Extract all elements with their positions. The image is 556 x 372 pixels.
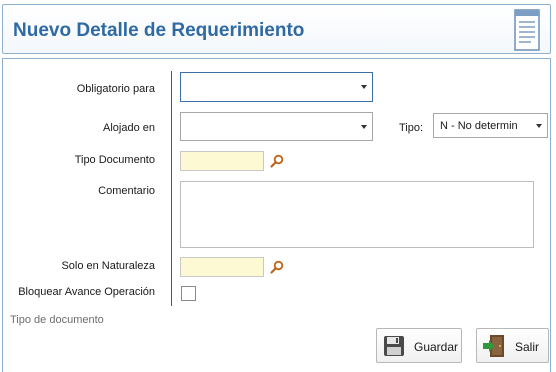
guardar-label: Guardar [414,340,459,354]
exit-door-icon [483,335,504,357]
bloquear-checkbox[interactable] [181,286,196,301]
salir-label: Salir [515,340,540,354]
solo-naturaleza-label: Solo en Naturaleza [61,260,155,272]
solo-naturaleza-field[interactable] [180,257,264,277]
alojado-combo[interactable] [180,112,373,141]
tipo-combo[interactable]: N - No determin [433,113,548,138]
guardar-button[interactable]: Guardar [376,328,462,363]
form-header: Nuevo Detalle de Requerimiento [2,4,551,54]
comentario-label: Comentario [98,185,155,197]
salir-button[interactable]: Salir [476,328,549,363]
bloquear-label: Bloquear Avance Operación [18,286,155,298]
chevron-down-icon[interactable] [361,124,367,129]
comentario-textarea[interactable] [180,181,534,248]
form-panel: Obligatorio para Alojado en Tipo: N - No… [2,58,551,372]
status-hint: Tipo de documento [10,314,104,326]
tipo-documento-label: Tipo Documento [74,154,155,166]
search-icon[interactable] [269,153,285,169]
obligatorio-combo[interactable] [180,72,373,102]
search-icon[interactable] [269,259,285,275]
save-icon [384,336,404,356]
tipo-value: N - No determin [440,120,518,132]
tipo-label: Tipo: [399,122,424,134]
chevron-down-icon[interactable] [536,123,542,128]
obligatorio-label: Obligatorio para [76,83,155,95]
chevron-down-icon[interactable] [361,85,367,89]
page-title: Nuevo Detalle de Requerimiento [13,20,305,41]
alojado-label: Alojado en [103,122,155,134]
document-icon [514,9,540,51]
label-divider [171,71,172,306]
tipo-documento-field[interactable] [180,151,264,171]
